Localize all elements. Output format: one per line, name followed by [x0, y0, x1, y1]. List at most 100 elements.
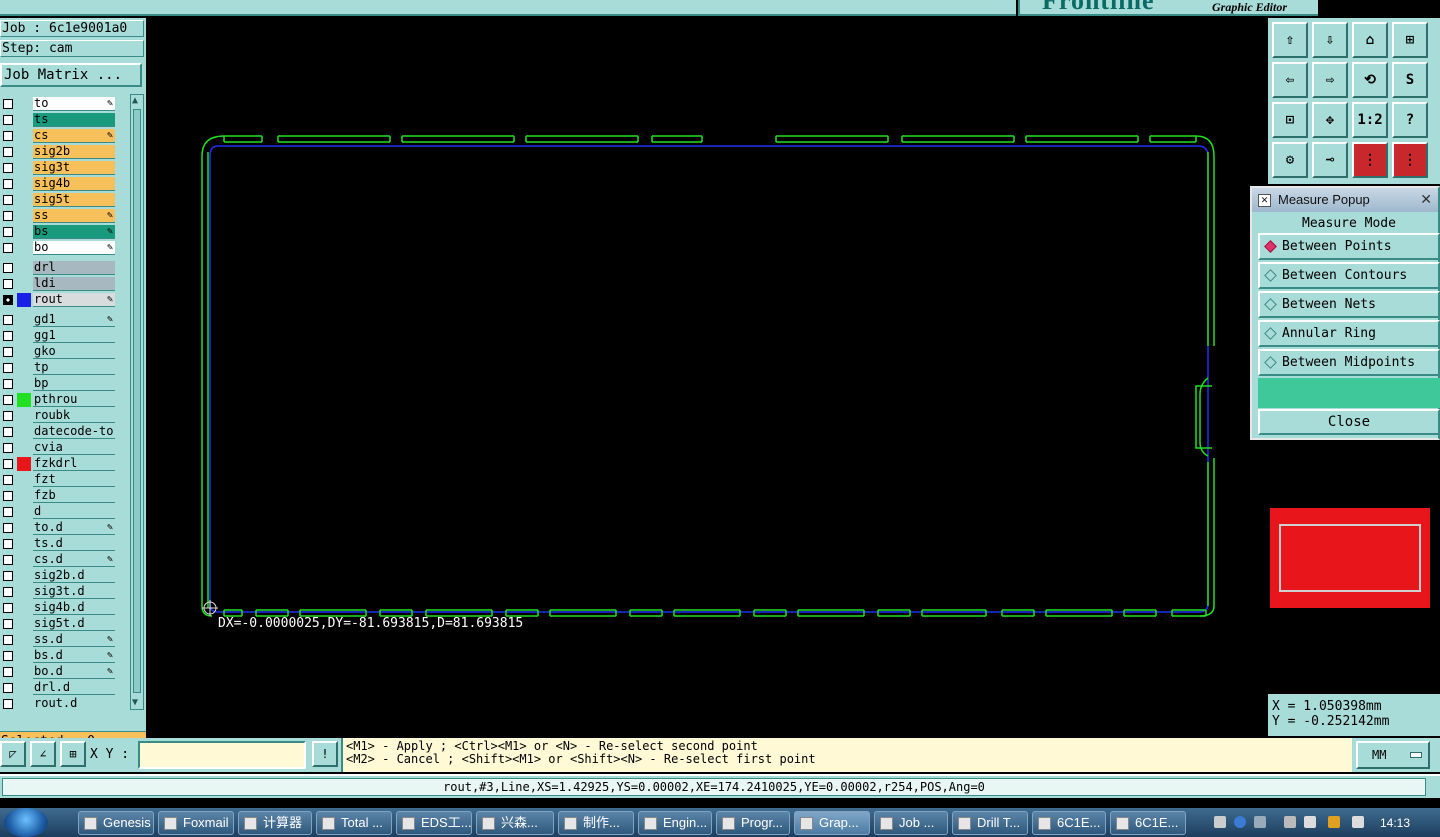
layer-row[interactable]: roubk	[0, 408, 118, 424]
outline-right-edge[interactable]	[1195, 135, 1215, 346]
layer-name[interactable]: roubk	[33, 409, 115, 423]
layer-row[interactable]: cs.d ✎	[0, 552, 118, 568]
layer-row[interactable]: sig3t	[0, 160, 118, 176]
layer-checkbox[interactable]	[3, 263, 13, 273]
layer-name[interactable]: tp	[33, 361, 115, 375]
layer-checkbox[interactable]	[3, 475, 13, 485]
layer-name[interactable]: sig3t	[33, 161, 115, 175]
layer-name[interactable]: ldi	[33, 277, 115, 291]
layer-checkbox[interactable]	[3, 99, 13, 109]
outline-notch[interactable]	[1199, 377, 1209, 457]
layer-row[interactable]: d	[0, 504, 118, 520]
layer-checkbox[interactable]	[3, 539, 13, 549]
scroll-down-icon[interactable]: ▼	[132, 698, 142, 708]
layer-row[interactable]: sig5t	[0, 192, 118, 208]
layer-row[interactable]: to.d ✎	[0, 520, 118, 536]
taskbar-button[interactable]: Drill T...	[952, 811, 1028, 835]
layer-checkbox[interactable]	[3, 315, 13, 325]
layer-row[interactable]: drl	[0, 260, 118, 276]
pan-right-icon[interactable]: ⇨	[1312, 62, 1348, 98]
layer-checkbox[interactable]	[3, 363, 13, 373]
layer-row[interactable]: bp	[0, 376, 118, 392]
layer-row[interactable]: gg1	[0, 328, 118, 344]
layer-name[interactable]: bo ✎	[33, 241, 115, 255]
layer-row[interactable]: sig2b.d	[0, 568, 118, 584]
probe-icon[interactable]: ⊸	[1312, 142, 1348, 178]
layer-row[interactable]: ldi	[0, 276, 118, 292]
layer-name[interactable]: to.d ✎	[33, 521, 115, 535]
layer-checkbox[interactable]	[3, 587, 13, 597]
home-icon[interactable]: ⌂	[1352, 22, 1388, 58]
layer-name[interactable]: drl	[33, 261, 115, 275]
layer-name[interactable]: sig2b	[33, 145, 115, 159]
layer-name[interactable]: bs.d ✎	[33, 649, 115, 663]
layer-name[interactable]: sig3t.d	[33, 585, 115, 599]
layer-checkbox[interactable]	[3, 295, 13, 305]
taskbar-button[interactable]: Engin...	[638, 811, 712, 835]
help-icon[interactable]: ?	[1392, 102, 1428, 138]
rout-path[interactable]	[209, 145, 1209, 613]
layer-row[interactable]: sig2b	[0, 144, 118, 160]
measure-mode-option[interactable]: Annular Ring	[1258, 320, 1440, 347]
net-toggle-icon[interactable]: ⋮	[1392, 142, 1428, 178]
layer-checkbox[interactable]	[3, 163, 13, 173]
scale-1-2-icon[interactable]: 1:2	[1352, 102, 1388, 138]
layer-row[interactable]: fzt	[0, 472, 118, 488]
taskbar-button[interactable]: 兴森...	[476, 811, 554, 835]
zoom-home-down-icon[interactable]: ⇩	[1312, 22, 1348, 58]
layer-checkbox[interactable]	[3, 699, 13, 709]
layer-row[interactable]: ss.d ✎	[0, 632, 118, 648]
layer-name[interactable]: ts.d	[33, 537, 115, 551]
layer-row[interactable]: ts	[0, 112, 118, 128]
layer-toggle-icon[interactable]: ⋮	[1352, 142, 1388, 178]
layer-checkbox[interactable]	[3, 651, 13, 661]
layer-name[interactable]: cs.d ✎	[33, 553, 115, 567]
taskbar-button[interactable]: EDS工...	[396, 811, 472, 835]
layer-name[interactable]: ss.d ✎	[33, 633, 115, 647]
layer-name[interactable]: sig4b	[33, 177, 115, 191]
layer-checkbox[interactable]	[3, 427, 13, 437]
layer-checkbox[interactable]	[3, 227, 13, 237]
close-icon[interactable]: ✕	[1420, 188, 1432, 210]
layer-name[interactable]: bo.d ✎	[33, 665, 115, 679]
layer-row[interactable]: rout ✎	[0, 292, 118, 308]
layer-row[interactable]: sig4b.d	[0, 600, 118, 616]
tray-expand-icon[interactable]	[1254, 816, 1266, 828]
measure-mode-option[interactable]: Between Midpoints	[1258, 349, 1440, 376]
warning-icon[interactable]: !	[312, 741, 338, 767]
layer-checkbox[interactable]	[3, 279, 13, 289]
layer-row[interactable]: bs ✎	[0, 224, 118, 240]
layer-name[interactable]: fzb	[33, 489, 115, 503]
layer-checkbox[interactable]	[3, 147, 13, 157]
layer-name[interactable]: rout ✎	[33, 293, 115, 307]
layer-checkbox[interactable]	[3, 507, 13, 517]
outline-notch-inner[interactable]	[1195, 385, 1212, 449]
layer-row[interactable]: gd1 ✎	[0, 312, 118, 328]
layer-checkbox[interactable]	[3, 347, 13, 357]
layer-name[interactable]: d	[33, 505, 115, 519]
layer-checkbox[interactable]	[3, 683, 13, 693]
layer-row[interactable]: ts.d	[0, 536, 118, 552]
layer-checkbox[interactable]	[3, 635, 13, 645]
layer-checkbox[interactable]	[3, 331, 13, 341]
layer-name[interactable]: gko	[33, 345, 115, 359]
outline-left-edge[interactable]	[201, 135, 225, 617]
layer-row[interactable]: bs.d ✎	[0, 648, 118, 664]
layer-scrollbar[interactable]: ▲ ▼	[130, 94, 144, 710]
layer-checkbox[interactable]	[3, 619, 13, 629]
close-button[interactable]: Close	[1258, 409, 1440, 435]
taskbar-button[interactable]: 6C1E...	[1110, 811, 1186, 835]
taskbar-button[interactable]: 6C1E...	[1032, 811, 1106, 835]
layer-checkbox[interactable]	[3, 571, 13, 581]
taskbar-button[interactable]: Grap...	[794, 811, 870, 835]
network-icon[interactable]	[1284, 816, 1296, 828]
layer-checkbox[interactable]	[3, 523, 13, 533]
xy-input[interactable]	[138, 741, 306, 769]
layer-checkbox[interactable]	[3, 555, 13, 565]
layer-checkbox[interactable]	[3, 195, 13, 205]
layer-name[interactable]: gg1	[33, 329, 115, 343]
layer-name[interactable]: pthrou	[33, 393, 115, 407]
grid-mode-icon[interactable]: ⊞	[60, 741, 86, 767]
layer-name[interactable]: sig4b.d	[33, 601, 115, 615]
taskbar-button[interactable]: 计算器	[238, 811, 312, 835]
